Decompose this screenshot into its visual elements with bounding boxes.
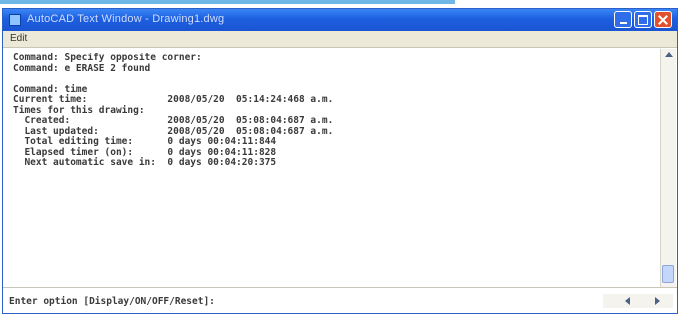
command-history[interactable]: Command: Specify opposite corner: Comman… bbox=[13, 53, 653, 281]
window-title: AutoCAD Text Window - Drawing1.dwg bbox=[27, 13, 225, 25]
close-icon bbox=[658, 15, 668, 25]
history-line: Command: e ERASE 2 found bbox=[13, 62, 151, 74]
maximize-button[interactable] bbox=[634, 11, 652, 28]
history-line: Current time: 2008/05/20 05:14:24:468 a.… bbox=[13, 94, 334, 105]
history-line bbox=[13, 74, 653, 85]
minimize-icon bbox=[619, 22, 627, 24]
history-line: Total editing time: 0 days 00:04:11:844 bbox=[13, 136, 277, 147]
scroll-right-icon[interactable] bbox=[655, 297, 660, 305]
horizontal-scrollbar[interactable] bbox=[603, 294, 673, 308]
menu-bar: Edit bbox=[3, 31, 677, 48]
command-prompt: Enter option [Display/ON/OFF/Reset]: bbox=[9, 296, 215, 307]
text-window: AutoCAD Text Window - Drawing1.dwg Edit … bbox=[2, 8, 678, 314]
close-button[interactable] bbox=[654, 11, 672, 28]
maximize-icon bbox=[638, 14, 648, 25]
scroll-up-icon[interactable] bbox=[665, 52, 673, 57]
menu-item-edit[interactable]: Edit bbox=[10, 33, 27, 44]
history-line: Command: Specify opposite corner: bbox=[13, 53, 202, 63]
title-bar[interactable]: AutoCAD Text Window - Drawing1.dwg bbox=[3, 9, 677, 31]
command-line[interactable]: Enter option [Display/ON/OFF/Reset]: bbox=[3, 287, 677, 313]
top-accent-rule bbox=[0, 0, 455, 4]
minimize-button[interactable] bbox=[614, 11, 632, 28]
history-line: Created: 2008/05/20 05:08:04:687 a.m. bbox=[13, 115, 334, 126]
autocad-icon[interactable] bbox=[9, 14, 21, 26]
scroll-thumb[interactable] bbox=[662, 265, 674, 283]
scroll-left-icon[interactable] bbox=[625, 297, 630, 305]
history-line: Next automatic save in: 0 days 00:04:20:… bbox=[13, 157, 277, 168]
vertical-scrollbar[interactable] bbox=[660, 49, 676, 301]
